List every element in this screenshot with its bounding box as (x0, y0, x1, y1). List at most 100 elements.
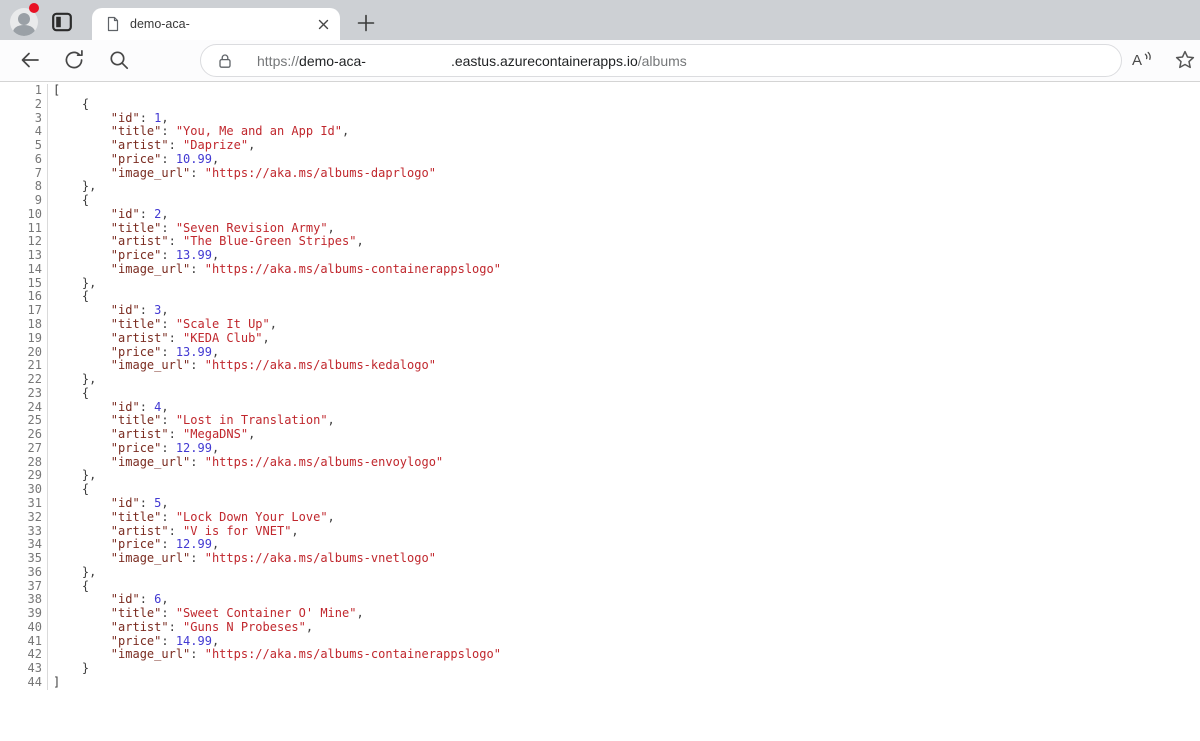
line-number: 25 (0, 414, 48, 428)
line-number: 44 (0, 676, 48, 690)
code-line: 3 "id": 1, (0, 112, 1200, 126)
line-number: 4 (0, 125, 48, 139)
line-number: 33 (0, 525, 48, 539)
back-icon (18, 48, 42, 72)
code-text: "image_url": "https://aka.ms/albums-cont… (48, 263, 501, 277)
code-text: "image_url": "https://aka.ms/albums-vnet… (48, 552, 436, 566)
code-text: "image_url": "https://aka.ms/albums-cont… (48, 648, 501, 662)
tab-close-icon[interactable] (315, 16, 332, 33)
back-button[interactable] (18, 48, 42, 72)
line-number: 42 (0, 648, 48, 662)
line-number: 19 (0, 332, 48, 346)
line-number: 17 (0, 304, 48, 318)
code-text: }, (48, 566, 96, 580)
line-number: 16 (0, 290, 48, 304)
address-bar[interactable]: https://demo-aca-.eastus.azurecontainera… (200, 44, 1122, 77)
code-text: "title": "Seven Revision Army", (48, 222, 335, 236)
code-line: 30 { (0, 483, 1200, 497)
refresh-button[interactable] (62, 48, 86, 72)
line-number: 30 (0, 483, 48, 497)
code-text: }, (48, 277, 96, 291)
tab-layout-icon (52, 12, 72, 32)
code-text: "price": 12.99, (48, 442, 219, 456)
code-text: }, (48, 469, 96, 483)
code-line: 8 }, (0, 180, 1200, 194)
code-line: 20 "price": 13.99, (0, 346, 1200, 360)
code-line: 34 "price": 12.99, (0, 538, 1200, 552)
code-text: { (48, 387, 89, 401)
code-line: 12 "artist": "The Blue-Green Stripes", (0, 235, 1200, 249)
url-path: /albums (638, 53, 687, 69)
code-line: 18 "title": "Scale It Up", (0, 318, 1200, 332)
line-number: 1 (0, 84, 48, 98)
line-number: 36 (0, 566, 48, 580)
line-number: 15 (0, 277, 48, 291)
tab-title: demo-aca- (130, 17, 190, 31)
url-host-prefix: demo-aca- (299, 53, 366, 69)
tab-actions-button[interactable] (52, 12, 72, 32)
read-aloud-icon: A (1129, 48, 1153, 72)
line-number: 20 (0, 346, 48, 360)
line-number: 28 (0, 456, 48, 470)
code-line: 28 "image_url": "https://aka.ms/albums-e… (0, 456, 1200, 470)
code-text: "artist": "V is for VNET", (48, 525, 299, 539)
code-text: "id": 1, (48, 112, 169, 126)
code-text: "price": 10.99, (48, 153, 219, 167)
code-text: "title": "You, Me and an App Id", (48, 125, 349, 139)
code-text: "title": "Scale It Up", (48, 318, 277, 332)
code-line: 36 }, (0, 566, 1200, 580)
line-number: 14 (0, 263, 48, 277)
search-button[interactable] (107, 48, 131, 72)
star-icon (1173, 48, 1197, 72)
url-text: https://demo-aca-.eastus.azurecontainera… (257, 53, 687, 69)
code-text: "title": "Sweet Container O' Mine", (48, 607, 364, 621)
read-aloud-button[interactable]: A (1129, 48, 1153, 72)
code-text: ] (48, 676, 60, 690)
line-number: 13 (0, 249, 48, 263)
code-text: "artist": "MegaDNS", (48, 428, 255, 442)
code-line: 23 { (0, 387, 1200, 401)
line-number: 8 (0, 180, 48, 194)
json-code: 1[2 {3 "id": 1,4 "title": "You, Me and a… (0, 84, 1200, 690)
tab-strip: demo-aca- (0, 0, 1200, 40)
line-number: 23 (0, 387, 48, 401)
browser-tab[interactable]: demo-aca- (92, 8, 340, 40)
code-line: 11 "title": "Seven Revision Army", (0, 222, 1200, 236)
code-line: 7 "image_url": "https://aka.ms/albums-da… (0, 167, 1200, 181)
code-text: { (48, 194, 89, 208)
code-text: "image_url": "https://aka.ms/albums-keda… (48, 359, 436, 373)
code-line: 24 "id": 4, (0, 401, 1200, 415)
code-line: 26 "artist": "MegaDNS", (0, 428, 1200, 442)
code-text: "image_url": "https://aka.ms/albums-dapr… (48, 167, 436, 181)
code-line: 39 "title": "Sweet Container O' Mine", (0, 607, 1200, 621)
notification-dot (29, 3, 39, 13)
browser-toolbar: https://demo-aca-.eastus.azurecontainera… (0, 40, 1200, 82)
new-tab-button[interactable] (353, 10, 379, 36)
line-number: 41 (0, 635, 48, 649)
code-text: { (48, 290, 89, 304)
code-text: "artist": "Guns N Probeses", (48, 621, 313, 635)
code-text: "artist": "KEDA Club", (48, 332, 270, 346)
line-number: 35 (0, 552, 48, 566)
favorites-button[interactable] (1173, 48, 1197, 72)
line-number: 11 (0, 222, 48, 236)
code-text: "artist": "The Blue-Green Stripes", (48, 235, 364, 249)
code-line: 15 }, (0, 277, 1200, 291)
code-line: 43 } (0, 662, 1200, 676)
code-line: 38 "id": 6, (0, 593, 1200, 607)
lock-icon[interactable] (216, 52, 234, 70)
line-number: 40 (0, 621, 48, 635)
line-number: 3 (0, 112, 48, 126)
code-line: 14 "image_url": "https://aka.ms/albums-c… (0, 263, 1200, 277)
line-number: 21 (0, 359, 48, 373)
code-line: 25 "title": "Lost in Translation", (0, 414, 1200, 428)
code-line: 2 { (0, 98, 1200, 112)
code-text: }, (48, 373, 96, 387)
code-text: "image_url": "https://aka.ms/albums-envo… (48, 456, 443, 470)
code-text: "price": 14.99, (48, 635, 219, 649)
json-viewer: 1[2 {3 "id": 1,4 "title": "You, Me and a… (0, 82, 1200, 741)
line-number: 5 (0, 139, 48, 153)
code-text: "id": 4, (48, 401, 169, 415)
code-text: "price": 13.99, (48, 346, 219, 360)
search-icon (107, 48, 131, 72)
